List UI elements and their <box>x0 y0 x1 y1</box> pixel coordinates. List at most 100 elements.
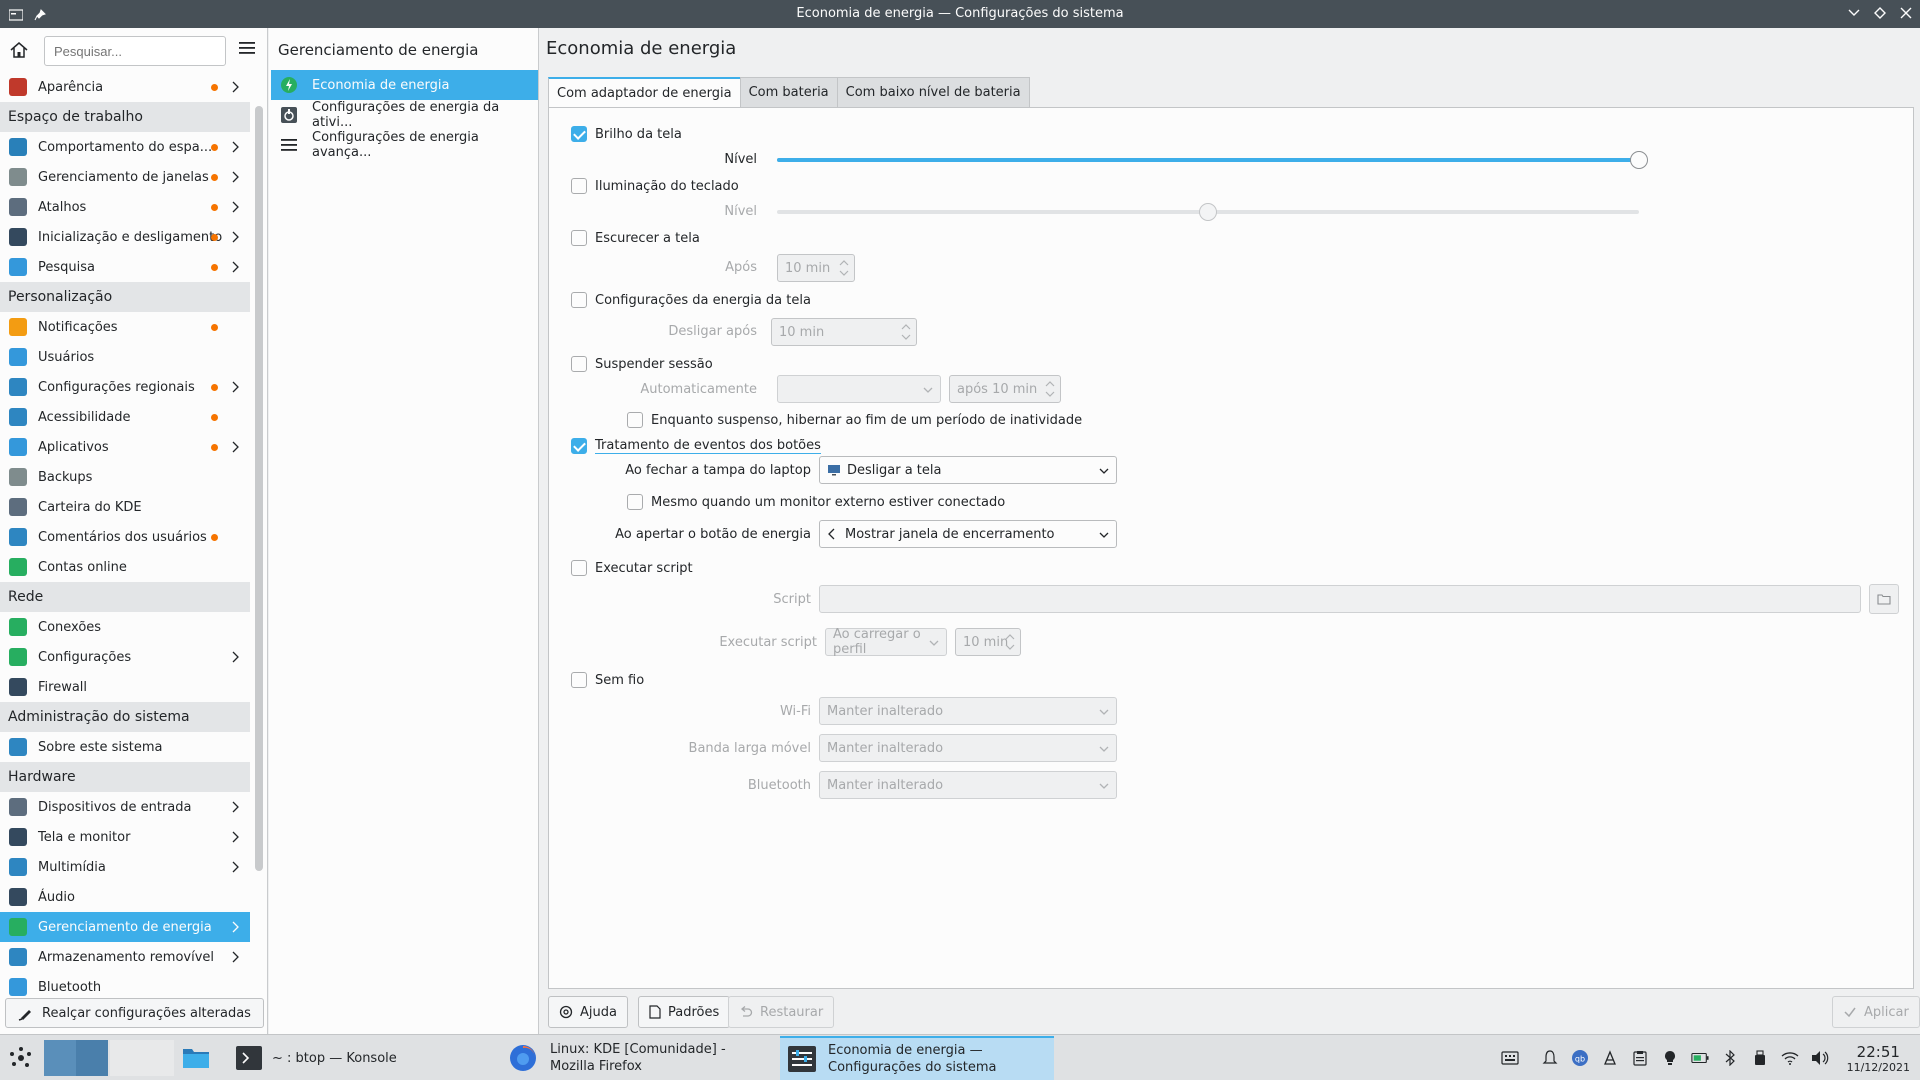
sidebar-item[interactable]: Conexões <box>0 612 250 642</box>
sidebar-item[interactable]: Multimídia <box>0 852 250 882</box>
sidebar-item[interactable]: Backups <box>0 462 250 492</box>
screen-energy-label: Configurações da energia da tela <box>595 292 811 308</box>
input-method-icon[interactable] <box>1500 1049 1519 1067</box>
script-path-input[interactable] <box>819 585 1861 613</box>
minimize-icon[interactable] <box>1846 4 1862 22</box>
wifi-icon[interactable] <box>1781 1049 1799 1067</box>
suspend-after-spinbox[interactable]: após 10 min <box>949 375 1061 403</box>
keyboard-checkbox[interactable] <box>571 178 587 194</box>
digital-clock[interactable]: 22:51 11/12/2021 <box>1847 1043 1910 1074</box>
sidebar-item[interactable]: Configurações <box>0 642 250 672</box>
usb-device-icon[interactable] <box>1751 1049 1769 1067</box>
brightness-slider[interactable] <box>777 151 1648 169</box>
wifi-combo[interactable]: Manter inalterado <box>819 697 1117 725</box>
suspend-checkbox[interactable] <box>571 356 587 372</box>
search-input[interactable] <box>44 36 226 66</box>
sidebar-item[interactable]: Pesquisa <box>0 252 250 282</box>
wireless-checkbox[interactable] <box>571 672 587 688</box>
brightness-tray-icon[interactable] <box>1661 1049 1679 1067</box>
power-button-combo[interactable]: Mostrar janela de encerramento <box>819 520 1117 548</box>
sidebar-item[interactable]: Sobre este sistema <box>0 732 250 762</box>
tab-low-battery[interactable]: Com baixo nível de bateria <box>836 77 1030 108</box>
sidebar-item-label: Pesquisa <box>38 259 95 275</box>
sidebar-item[interactable]: Carteira do KDE <box>0 492 250 522</box>
maximize-icon[interactable] <box>1872 4 1888 22</box>
keyboard-slider-handle[interactable] <box>1199 203 1217 221</box>
subitem-advanced-power[interactable]: Configurações de energia avança... <box>271 130 538 160</box>
home-icon[interactable] <box>9 40 31 62</box>
sidebar-scrollbar[interactable] <box>255 106 263 871</box>
defaults-button[interactable]: Padrões <box>638 996 731 1028</box>
chevron-right-icon <box>232 951 239 963</box>
help-button[interactable]: Ajuda <box>548 996 628 1028</box>
dim-checkbox[interactable] <box>571 230 587 246</box>
sidebar-item-label: Conexões <box>38 619 102 635</box>
external-monitor-checkbox[interactable] <box>627 494 643 510</box>
sidebar-item[interactable]: Configurações regionais <box>0 372 250 402</box>
sidebar-item[interactable]: Tela e monitor <box>0 822 250 852</box>
sidebar-item[interactable]: Armazenamento removível <box>0 942 250 972</box>
subitem-label: Configurações de energia da ativi... <box>312 100 500 130</box>
bluetooth-combo[interactable]: Manter inalterado <box>819 771 1117 799</box>
file-manager-icon[interactable] <box>182 1035 216 1080</box>
browse-script-button[interactable] <box>1869 584 1899 614</box>
tab-battery[interactable]: Com bateria <box>739 77 838 108</box>
sidebar-item[interactable]: Inicialização e desligamento <box>0 222 250 252</box>
qbittorrent-icon[interactable]: qb <box>1571 1049 1589 1067</box>
sidebar-item[interactable]: Firewall <box>0 672 250 702</box>
battery-icon[interactable] <box>1690 1049 1709 1067</box>
screen-energy-checkbox[interactable] <box>571 292 587 308</box>
wireless-label: Sem fio <box>595 672 645 688</box>
sidebar-item[interactable]: Aplicativos <box>0 432 250 462</box>
sidebar-item[interactable]: Notificações <box>0 312 250 342</box>
dim-after-spinbox[interactable]: 10 min <box>777 254 855 282</box>
info-icon <box>9 738 27 756</box>
sidebar-item[interactable]: Contas online <box>0 552 250 582</box>
sidebar-item[interactable]: Comentários dos usuários <box>0 522 250 552</box>
run-script-when-combo[interactable]: Ao carregar o perfil <box>825 627 947 657</box>
chevron-down-icon <box>1099 709 1109 715</box>
suspend-auto-combo[interactable] <box>777 375 941 403</box>
close-icon[interactable] <box>1898 4 1914 22</box>
sidebar-item[interactable]: Comportamento do espa... <box>0 132 250 162</box>
task-system-settings[interactable]: Economia de energia — Configurações do s… <box>780 1036 1054 1080</box>
hamburger-menu-icon[interactable] <box>238 40 258 60</box>
sidebar-item[interactable]: Gerenciamento de energia <box>0 912 250 942</box>
run-script-time-spinbox[interactable]: 10 min <box>955 628 1021 656</box>
sidebar-item-label: Acessibilidade <box>38 409 131 425</box>
tab-ac-adapter[interactable]: Com adaptador de energia <box>548 77 741 108</box>
brightness-checkbox[interactable] <box>571 126 587 142</box>
accessibility-tray-icon[interactable] <box>1601 1049 1619 1067</box>
brightness-slider-handle[interactable] <box>1630 151 1648 169</box>
clipboard-icon[interactable] <box>1631 1049 1649 1067</box>
highlight-changed-button[interactable]: Realçar configurações alteradas <box>5 998 264 1028</box>
sidebar-item[interactable]: Aparência <box>0 72 250 102</box>
volume-icon[interactable] <box>1811 1049 1829 1067</box>
bluetooth-tray-icon[interactable] <box>1721 1049 1739 1067</box>
hibernate-checkbox[interactable] <box>627 412 643 428</box>
sidebar-item[interactable]: Dispositivos de entrada <box>0 792 250 822</box>
task-konsole[interactable]: ~ : btop — Konsole <box>228 1036 498 1080</box>
notifications-icon[interactable] <box>1541 1049 1559 1067</box>
lid-action-combo[interactable]: Desligar a tela <box>819 456 1117 484</box>
apply-button[interactable]: Aplicar <box>1832 996 1920 1028</box>
sidebar-item[interactable]: Acessibilidade <box>0 402 250 432</box>
run-script-checkbox[interactable] <box>571 560 587 576</box>
mobile-broadband-combo[interactable]: Manter inalterado <box>819 734 1117 762</box>
virtual-desktop-1[interactable] <box>44 1040 108 1076</box>
subitem-energy-saving[interactable]: Economia de energia <box>271 70 538 100</box>
sidebar-item[interactable]: Atalhos <box>0 192 250 222</box>
subitem-activity-power[interactable]: Configurações de energia da ativi... <box>271 100 538 130</box>
virtual-desktop-2[interactable] <box>110 1040 174 1076</box>
konsole-icon <box>236 1046 262 1070</box>
sidebar-item[interactable]: Usuários <box>0 342 250 372</box>
keyboard-slider[interactable] <box>777 203 1639 221</box>
button-events-checkbox[interactable] <box>571 438 587 454</box>
sidebar-item[interactable]: Áudio <box>0 882 250 912</box>
reset-button[interactable]: Restaurar <box>728 996 835 1028</box>
task-firefox[interactable]: Linux: KDE [Comunidade] - Mozilla Firefo… <box>500 1036 778 1080</box>
window-title: Economia de energia — Configurações do s… <box>796 6 1124 21</box>
app-launcher-icon[interactable] <box>8 1035 38 1080</box>
sidebar-item[interactable]: Gerenciamento de janelas <box>0 162 250 192</box>
screen-off-spinbox[interactable]: 10 min <box>771 318 917 346</box>
